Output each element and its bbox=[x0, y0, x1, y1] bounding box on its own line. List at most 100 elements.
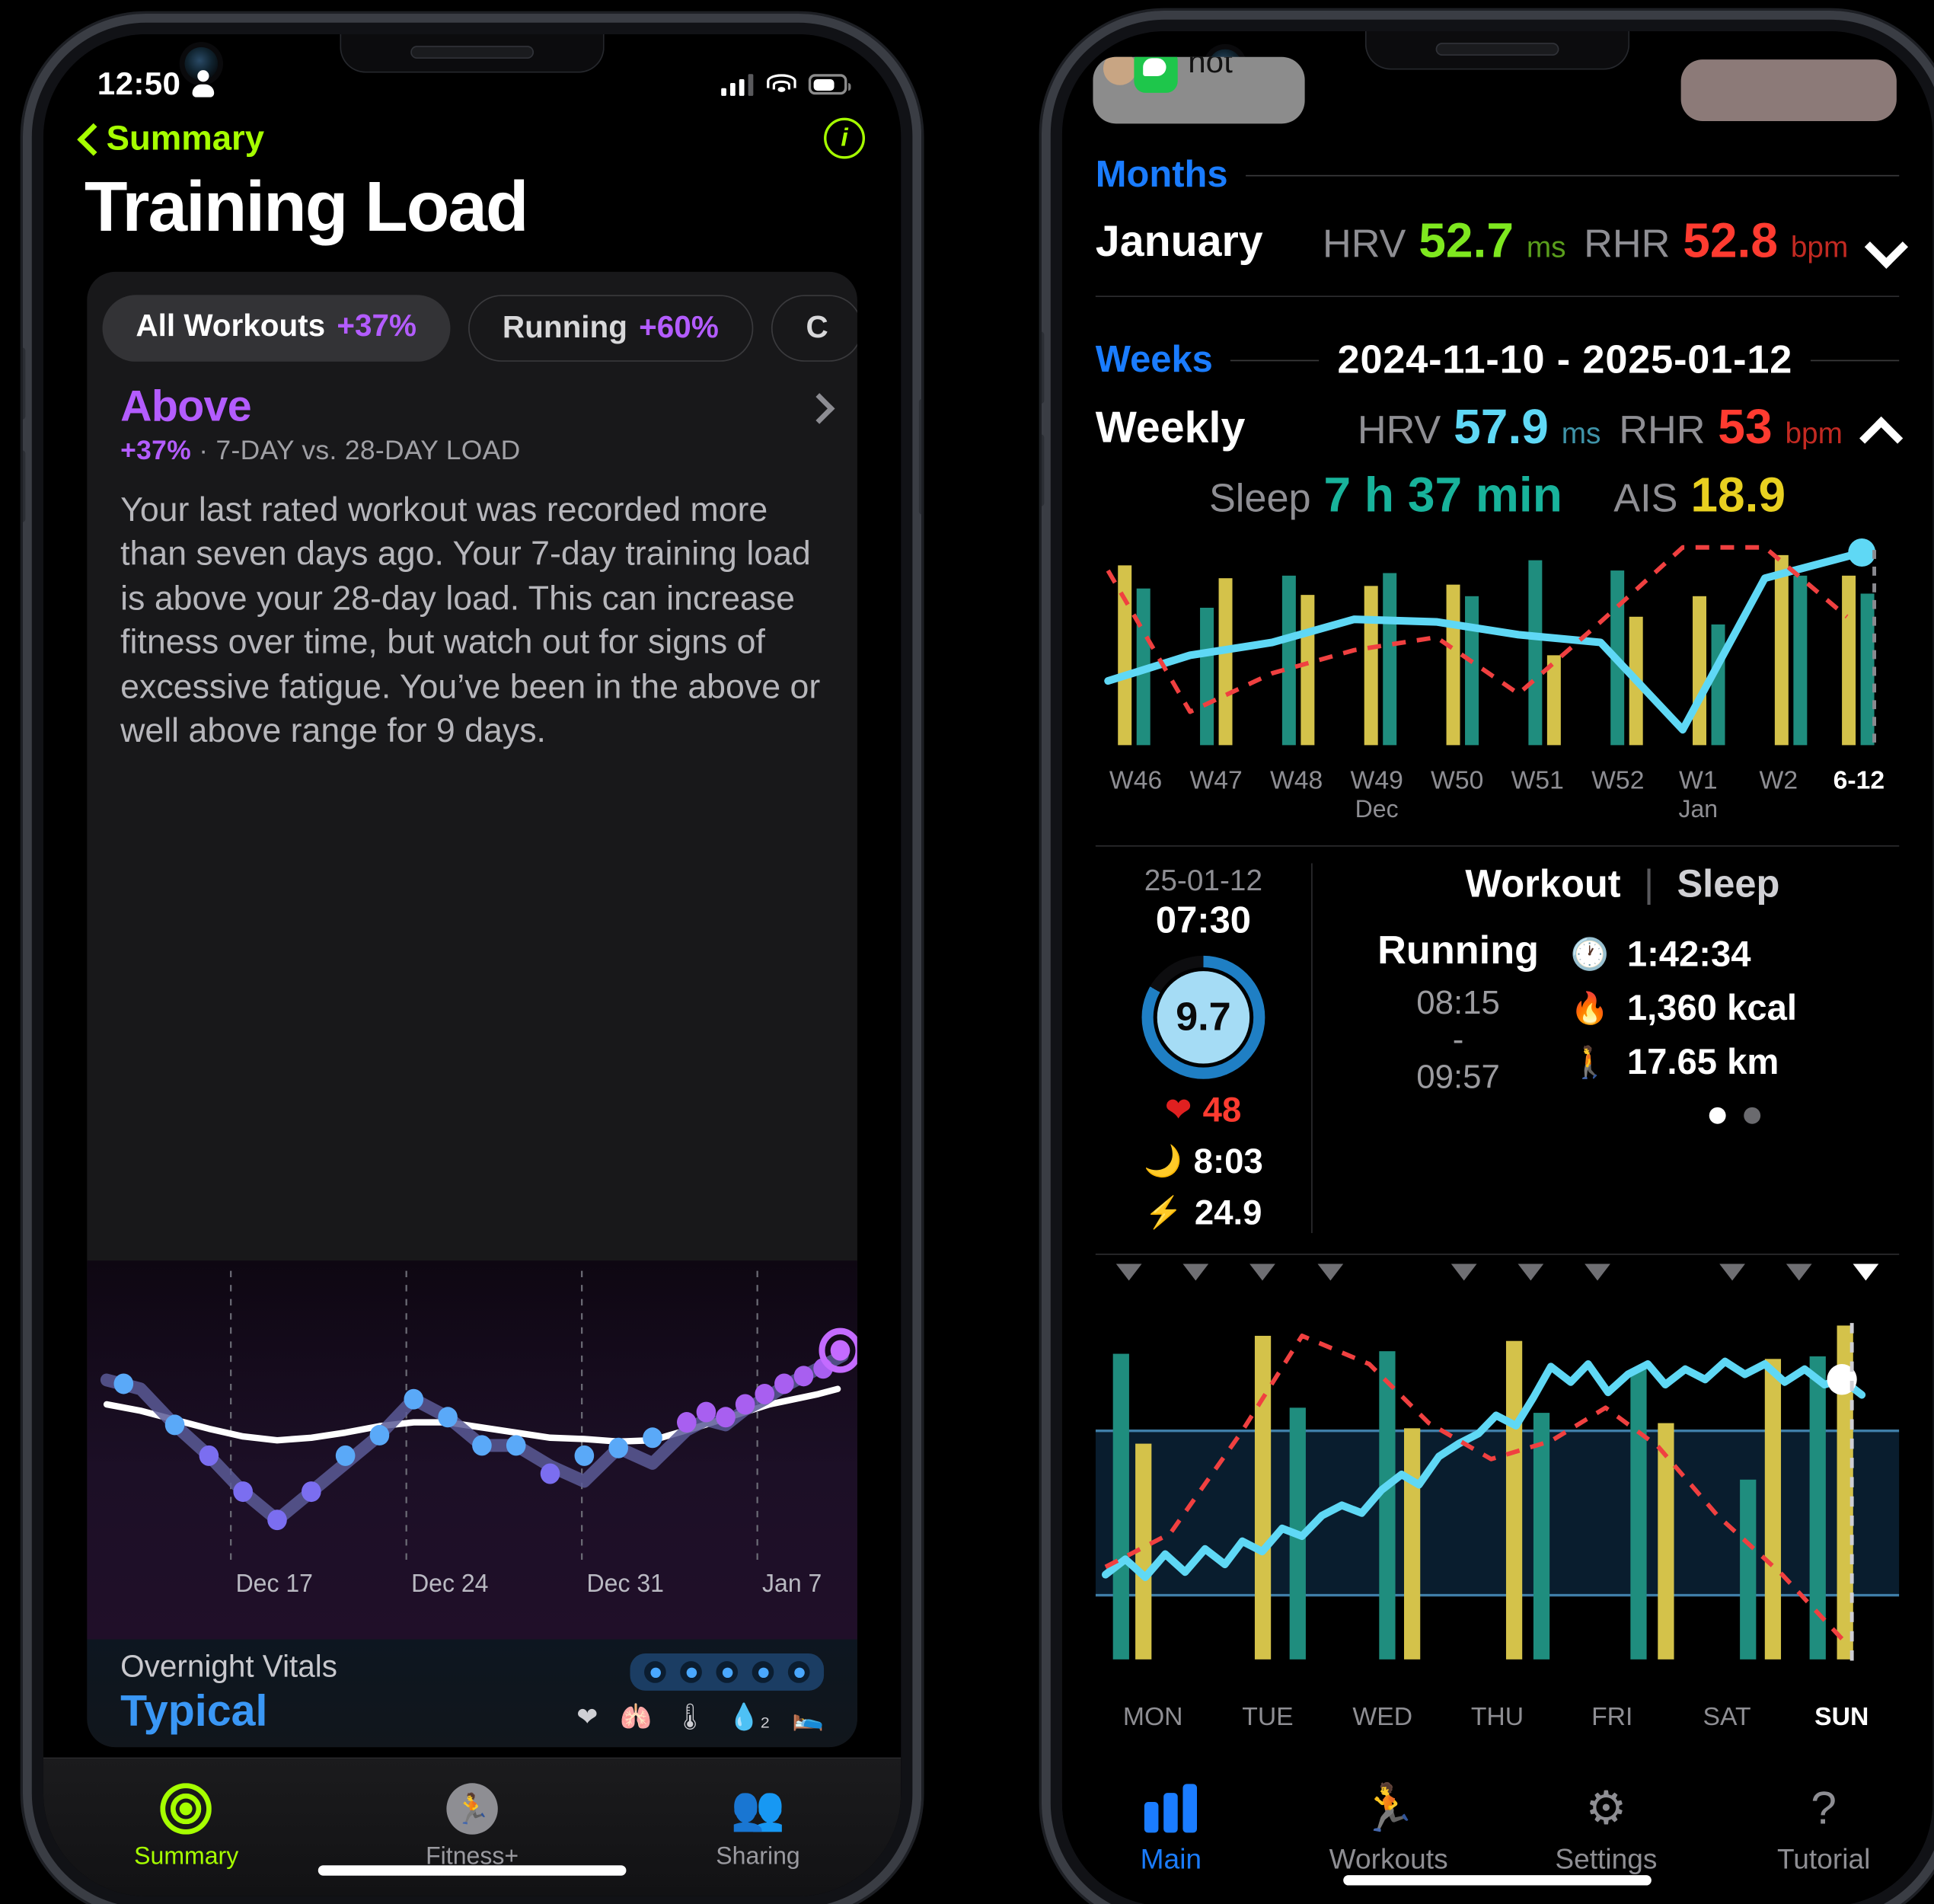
readiness-score-ring: 9.7 bbox=[1141, 955, 1265, 1079]
day-tick-wed: WED bbox=[1352, 1703, 1413, 1732]
training-load-chart: Dec 17 Dec 24 Dec 31 Jan 7 bbox=[87, 1260, 857, 1640]
workout-time-range: 08:15 - 09:57 bbox=[1346, 982, 1571, 1097]
load-status-subtitle: +37% · 7-DAY vs. 28-DAY LOAD bbox=[120, 436, 824, 467]
workout-end-time: 09:57 bbox=[1416, 1057, 1500, 1097]
chevron-down-icon[interactable] bbox=[1866, 231, 1899, 254]
load-status-header[interactable]: Above +37% · 7-DAY vs. 28-DAY LOAD bbox=[87, 362, 857, 467]
info-circle-icon[interactable]: i bbox=[824, 117, 866, 159]
day-markers bbox=[1096, 1263, 1899, 1290]
resting-hr-stat: ❤ 48 bbox=[1166, 1091, 1242, 1130]
workout-detail-column: Workout | Sleep Running 08:15 - 09:57 🕐 … bbox=[1311, 863, 1900, 1234]
nav-bar: Summary i bbox=[43, 109, 901, 168]
tab-main[interactable]: Main bbox=[1062, 1784, 1280, 1876]
chip-all-workouts[interactable]: All Workouts +37% bbox=[102, 295, 450, 362]
months-header: Months bbox=[1095, 154, 1900, 197]
energy-value: 24.9 bbox=[1194, 1193, 1262, 1232]
day-tick-fri: FRI bbox=[1591, 1703, 1633, 1732]
chart-tick-3: Jan 7 bbox=[762, 1568, 822, 1597]
weekly-hrv: HRV 57.9 ms bbox=[1358, 401, 1601, 456]
week-tick-5: W51 bbox=[1511, 767, 1564, 796]
month-hrv-unit: ms bbox=[1526, 230, 1566, 264]
weeks-section: Weeks 2024-11-10 - 2025-01-12 Weekly HRV… bbox=[1095, 337, 1900, 847]
walk-icon: 🚶 bbox=[1570, 1045, 1610, 1080]
tab-settings[interactable]: ⚙ Settings bbox=[1498, 1784, 1715, 1876]
workout-date: 25-01-12 bbox=[1144, 863, 1263, 897]
tab-sharing-label: Sharing bbox=[716, 1843, 800, 1870]
left-phone-screen: 12:50 Summary i Training Load All Workou… bbox=[43, 34, 902, 1896]
axis-month-dec: Dec bbox=[1355, 796, 1399, 824]
tab-tutorial[interactable]: ? Tutorial bbox=[1715, 1784, 1932, 1876]
chevron-right-icon[interactable] bbox=[809, 395, 824, 421]
daily-chart-section: MON TUE WED THU FRI SAT SUN bbox=[1095, 1263, 1900, 1733]
tab-sharing[interactable]: 👥 Sharing bbox=[615, 1759, 901, 1896]
flame-icon: 🔥 bbox=[1570, 991, 1610, 1026]
marker-icon bbox=[1450, 1263, 1477, 1281]
home-indicator[interactable] bbox=[318, 1865, 627, 1876]
month-rhr-unit: bpm bbox=[1790, 230, 1849, 264]
marker-icon bbox=[1316, 1263, 1343, 1281]
question-mark-icon: ? bbox=[1811, 1781, 1837, 1835]
chip-all-workouts-pct: +37% bbox=[337, 308, 416, 344]
volume-down-button-right[interactable] bbox=[1042, 434, 1045, 506]
months-group-label: Months bbox=[1095, 154, 1228, 196]
weekly-chart-svg bbox=[1104, 538, 1877, 746]
notification-banner-right[interactable] bbox=[1680, 59, 1897, 121]
vitals-range-indicator bbox=[630, 1653, 825, 1691]
weekly-sleep: Sleep 7 h 37 min bbox=[1209, 469, 1562, 524]
load-description: Your last rated workout was recorded mor… bbox=[120, 490, 821, 750]
sleep-duration-value: 8:03 bbox=[1193, 1142, 1263, 1180]
chevron-left-icon bbox=[79, 124, 96, 152]
chip-running[interactable]: Running +60% bbox=[468, 295, 754, 362]
power-button[interactable] bbox=[918, 398, 922, 515]
chip-all-workouts-label: All Workouts bbox=[136, 308, 326, 344]
home-indicator-right[interactable] bbox=[1343, 1875, 1652, 1886]
weekly-ais-label: AIS bbox=[1613, 475, 1678, 521]
day-tick-mon: MON bbox=[1122, 1703, 1183, 1732]
daily-axis: MON TUE WED THU FRI SAT SUN bbox=[1096, 1703, 1899, 1733]
weekly-ais: AIS 18.9 bbox=[1613, 469, 1786, 524]
back-button[interactable]: Summary bbox=[79, 118, 264, 158]
overnight-vitals-row[interactable]: Overnight Vitals Typical ❤ 🫁 🌡 💧₂ 🛌 bbox=[87, 1639, 857, 1748]
weekly-hrv-value: 57.9 bbox=[1454, 401, 1549, 455]
notification-banner-left[interactable]: not bbox=[1093, 56, 1305, 124]
tab-summary[interactable]: Summary bbox=[43, 1759, 329, 1896]
workout-activity-name: Running bbox=[1377, 927, 1540, 973]
tab-workouts[interactable]: 🏃 Workouts bbox=[1280, 1784, 1498, 1876]
weeks-date-range: 2024-11-10 - 2025-01-12 bbox=[1337, 337, 1793, 382]
thermometer-icon: 🌡 bbox=[673, 1703, 707, 1732]
readiness-score-value: 9.7 bbox=[1157, 971, 1250, 1064]
status-time: 12:50 bbox=[97, 65, 181, 102]
weekly-name: Weekly bbox=[1095, 403, 1246, 452]
workout-start-time: 08:15 bbox=[1416, 982, 1500, 1021]
month-rhr-value: 52.8 bbox=[1683, 215, 1778, 269]
cellular-bars-icon bbox=[720, 73, 754, 96]
resting-hr-value: 48 bbox=[1202, 1090, 1242, 1129]
runner-icon: 🏃 bbox=[446, 1783, 498, 1835]
months-row[interactable]: January HRV 52.7 ms RHR 52.8 bpm bbox=[1096, 215, 1899, 270]
weekly-row[interactable]: Weekly HRV 57.9 ms RHR 53 bpm bbox=[1096, 401, 1899, 456]
bed-icon: 🛌 bbox=[792, 1703, 825, 1732]
back-label: Summary bbox=[106, 118, 265, 157]
workout-sleep-toggle[interactable]: Workout | Sleep bbox=[1346, 864, 1900, 907]
volume-up-button[interactable] bbox=[23, 347, 26, 420]
chevron-up-icon[interactable] bbox=[1861, 417, 1900, 440]
weeks-group-label: Weeks bbox=[1095, 338, 1213, 380]
metric-distance-value: 17.65 km bbox=[1626, 1041, 1779, 1082]
day-tick-sun: SUN bbox=[1814, 1703, 1869, 1732]
marker-icon bbox=[1518, 1263, 1544, 1281]
week-tick-2: W48 bbox=[1269, 767, 1323, 796]
lungs-icon: 🫁 bbox=[620, 1703, 653, 1732]
tab-sleep[interactable]: Sleep bbox=[1677, 864, 1779, 907]
volume-down-button[interactable] bbox=[23, 450, 26, 522]
card-pager[interactable] bbox=[1571, 1107, 1900, 1124]
chip-partial[interactable]: C bbox=[771, 295, 857, 362]
day-tick-tue: TUE bbox=[1242, 1703, 1294, 1732]
chart-tick-2: Dec 31 bbox=[587, 1568, 664, 1597]
marker-icon bbox=[1719, 1263, 1745, 1281]
weekly-sleep-label: Sleep bbox=[1208, 475, 1311, 521]
volume-up-button-right[interactable] bbox=[1042, 331, 1045, 404]
chip-running-pct: +60% bbox=[639, 310, 719, 345]
tab-workout[interactable]: Workout bbox=[1465, 864, 1620, 907]
month-rhr-label: RHR bbox=[1584, 221, 1671, 267]
activity-rings-icon bbox=[161, 1783, 212, 1834]
